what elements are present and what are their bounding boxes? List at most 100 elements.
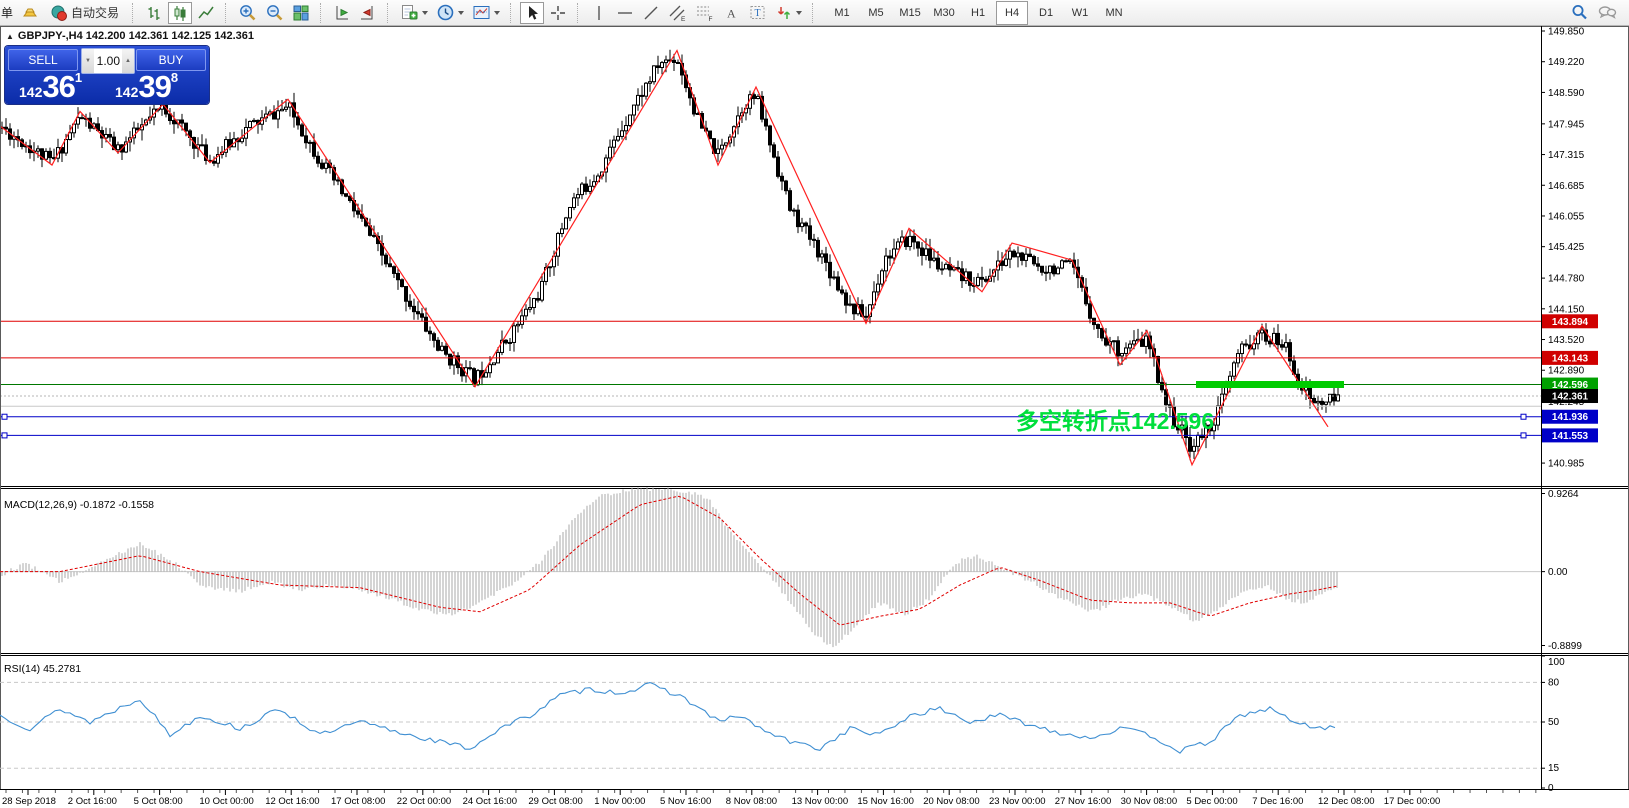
candle-body bbox=[804, 222, 808, 227]
templates-button[interactable] bbox=[469, 2, 503, 24]
candle-body bbox=[800, 222, 804, 228]
sell-button[interactable]: SELL bbox=[8, 49, 78, 71]
candle-body bbox=[48, 150, 52, 159]
tile-windows-button[interactable] bbox=[289, 2, 313, 24]
candle-body bbox=[560, 228, 564, 235]
crosshair-button[interactable] bbox=[546, 2, 570, 24]
search-icon bbox=[1572, 5, 1587, 20]
search-button[interactable] bbox=[1567, 2, 1592, 24]
autotrade-button[interactable]: 自动交易 bbox=[44, 2, 125, 24]
candle-body bbox=[1268, 340, 1272, 345]
candle-body bbox=[436, 339, 440, 351]
line-chart-button[interactable] bbox=[194, 2, 218, 24]
trendline-button[interactable] bbox=[639, 2, 663, 24]
candle-body bbox=[520, 315, 524, 325]
candle-body bbox=[796, 209, 800, 228]
cursor-button[interactable] bbox=[520, 1, 545, 24]
candle-body bbox=[80, 117, 84, 120]
zoom-out-button[interactable] bbox=[262, 2, 287, 24]
timeframe-h1[interactable]: H1 bbox=[962, 1, 994, 25]
candle-body bbox=[1240, 343, 1244, 355]
candle-body bbox=[516, 323, 520, 327]
chart-annotation-text[interactable]: 多空转折点142.596 bbox=[1016, 408, 1214, 434]
candle-body bbox=[1160, 381, 1164, 391]
candle-body bbox=[840, 289, 844, 294]
horizontal-line-button[interactable] bbox=[613, 2, 637, 24]
volume-decrease-button[interactable]: ▼ bbox=[82, 49, 94, 73]
text-label-icon: T bbox=[750, 6, 765, 19]
gold-button[interactable] bbox=[18, 2, 42, 24]
candle-body bbox=[936, 257, 940, 270]
candle-body bbox=[660, 62, 664, 69]
candle-body bbox=[716, 148, 720, 154]
zoom-in-button[interactable] bbox=[235, 2, 260, 24]
candle-body bbox=[1244, 343, 1248, 346]
line-handle[interactable] bbox=[1, 432, 8, 439]
candle-body bbox=[628, 114, 632, 127]
candle-body bbox=[656, 65, 660, 69]
candle-body bbox=[312, 141, 316, 157]
candle-body bbox=[172, 119, 176, 125]
candle-body bbox=[832, 276, 836, 279]
chat-button[interactable] bbox=[1594, 2, 1620, 24]
candle-body bbox=[792, 209, 796, 212]
candle-body bbox=[1044, 271, 1048, 274]
candle-body bbox=[280, 108, 284, 112]
line-handle[interactable] bbox=[1520, 413, 1527, 420]
candle-body bbox=[640, 94, 644, 97]
line-handle[interactable] bbox=[1, 413, 8, 420]
timeframe-m1[interactable]: M1 bbox=[826, 1, 858, 25]
fibonacci-button[interactable]: F bbox=[692, 2, 717, 24]
time-axis-label: 22 Oct 00:00 bbox=[397, 796, 451, 807]
candlestick-chart-button[interactable] bbox=[168, 1, 193, 24]
arrows-button[interactable] bbox=[772, 2, 805, 24]
candle-body bbox=[824, 253, 828, 263]
svg-text:A: A bbox=[727, 6, 736, 20]
candle-body bbox=[252, 119, 256, 122]
candle-body bbox=[564, 217, 568, 230]
candle-body bbox=[1016, 252, 1020, 258]
collapse-panel-icon[interactable]: ▲ bbox=[6, 32, 14, 41]
line-chart-icon bbox=[198, 6, 214, 18]
volume-input[interactable] bbox=[94, 49, 122, 73]
vertical-line-button[interactable] bbox=[587, 2, 611, 24]
sell-price-display: 142 36 1 bbox=[19, 70, 82, 102]
timeframe-w1[interactable]: W1 bbox=[1064, 1, 1096, 25]
order-menu-label[interactable]: 单 bbox=[0, 4, 17, 21]
equidistant-channel-button[interactable]: E bbox=[665, 2, 690, 24]
svg-text:E: E bbox=[681, 16, 686, 22]
text-button[interactable]: A bbox=[719, 2, 743, 24]
candle-body bbox=[416, 311, 420, 315]
candle-body bbox=[1048, 265, 1052, 274]
candle-body bbox=[108, 133, 112, 138]
time-axis-label: 15 Nov 16:00 bbox=[857, 796, 914, 807]
timeframe-h4[interactable]: H4 bbox=[996, 0, 1029, 25]
candle-body bbox=[636, 94, 640, 106]
price-tick-label: 149.850 bbox=[1548, 27, 1585, 38]
timeframe-m15[interactable]: M15 bbox=[894, 1, 926, 25]
text-label-button[interactable]: T bbox=[745, 2, 770, 24]
chart-shift-icon bbox=[361, 5, 373, 19]
timeframe-d1[interactable]: D1 bbox=[1030, 1, 1062, 25]
candle-body bbox=[1052, 265, 1056, 275]
auto-scroll-button[interactable] bbox=[330, 2, 354, 24]
candle-body bbox=[852, 303, 856, 315]
candle-body bbox=[876, 283, 880, 293]
timeframe-mn[interactable]: MN bbox=[1098, 1, 1130, 25]
bar-chart-button[interactable] bbox=[142, 2, 166, 24]
chart-shift-button[interactable] bbox=[356, 2, 380, 24]
volume-increase-button[interactable]: ▲ bbox=[122, 49, 134, 73]
periods-button[interactable] bbox=[433, 2, 467, 24]
timeframe-m30[interactable]: M30 bbox=[928, 1, 960, 25]
add-indicator-button[interactable] bbox=[397, 2, 431, 24]
candle-body bbox=[652, 65, 656, 83]
candle-body bbox=[356, 210, 360, 215]
line-handle[interactable] bbox=[1520, 432, 1527, 439]
candle-body bbox=[580, 183, 584, 196]
toolbar-separator bbox=[225, 2, 230, 23]
buy-button[interactable]: BUY bbox=[136, 49, 206, 71]
candle-body bbox=[316, 155, 320, 164]
time-axis-label: 17 Dec 00:00 bbox=[1384, 796, 1441, 807]
candle-body bbox=[1120, 352, 1124, 357]
timeframe-m5[interactable]: M5 bbox=[860, 1, 892, 25]
